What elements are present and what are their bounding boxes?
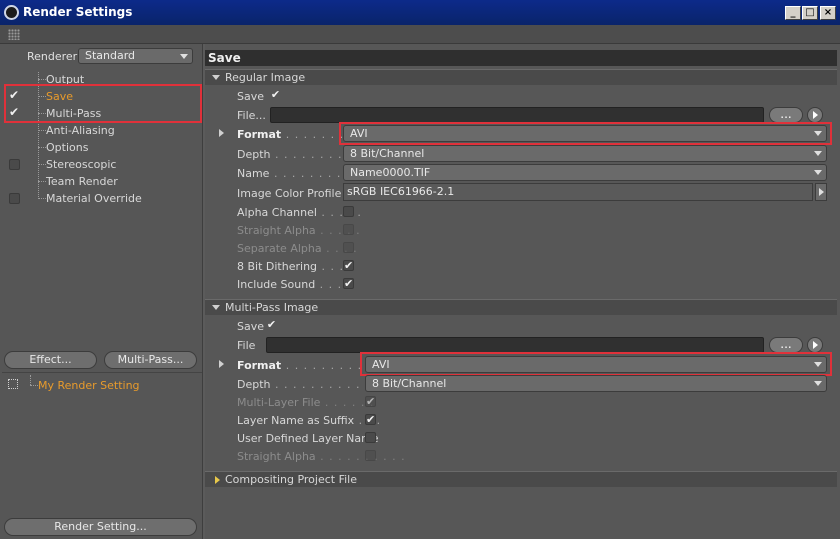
multi-layer-file-label: Multi-Layer File . . . . . . — [237, 396, 375, 409]
app-icon — [4, 5, 19, 20]
regular-name-value: Name0000.TIF — [350, 166, 431, 179]
effect-button[interactable]: Effect... — [4, 351, 97, 369]
regular-save-checkbox[interactable]: ✔ — [270, 89, 281, 101]
include-sound-checkbox[interactable]: ✔ — [343, 278, 354, 289]
tree-branch — [38, 130, 46, 131]
divider — [2, 372, 202, 373]
alpha-channel-checkbox[interactable] — [343, 206, 354, 217]
multipass-file-input[interactable] — [266, 337, 764, 353]
regular-file-label: File... — [237, 109, 266, 122]
compositing-project-title: Compositing Project File — [225, 473, 357, 486]
multi-pass-image-title: Multi-Pass Image — [225, 301, 319, 314]
regular-profile-label: Image Color Profile — [237, 187, 342, 200]
dithering-label: 8 Bit Dithering . . . . — [237, 260, 354, 273]
regular-browse-button[interactable]: ... — [769, 107, 803, 123]
regular-name-select[interactable]: Name0000.TIF — [343, 164, 827, 181]
regular-profile-field[interactable]: sRGB IEC61966-2.1 — [343, 183, 813, 201]
regular-depth-value: 8 Bit/Channel — [350, 147, 425, 160]
tree-item-anti-aliasing[interactable]: Anti-Aliasing — [46, 124, 115, 137]
separate-alpha-label: Separate Alpha . . . . — [237, 242, 358, 255]
annotation-highlight-format — [339, 122, 832, 145]
annotation-highlight-tree — [4, 84, 202, 123]
title-bar: Render Settings _ □ × — [0, 0, 840, 25]
expand-triangle-icon — [215, 476, 220, 484]
renderer-value: Standard — [85, 49, 136, 62]
separate-alpha-checkbox[interactable] — [343, 242, 354, 253]
multipass-straight-alpha-checkbox[interactable] — [365, 450, 376, 461]
multipass-depth-value: 8 Bit/Channel — [372, 377, 447, 390]
render-setting-button[interactable]: Render Setting... — [4, 518, 197, 536]
arrow-right-icon — [819, 188, 824, 196]
multipass-save-label: Save — [237, 320, 265, 333]
regular-image-header[interactable]: Regular Image — [205, 69, 837, 85]
tree-branch — [38, 164, 46, 165]
multipass-file-label: File — [237, 339, 256, 352]
multi-pass-image-header[interactable]: Multi-Pass Image — [205, 299, 837, 315]
close-button[interactable]: × — [820, 6, 836, 20]
tree-branch — [38, 198, 46, 199]
multipass-file-arrow-button[interactable] — [807, 337, 823, 353]
layer-name-suffix-checkbox[interactable]: ✔ — [365, 414, 376, 425]
collapse-triangle-icon — [212, 75, 220, 80]
tree-branch — [38, 181, 46, 182]
tree-branch — [38, 79, 46, 80]
grip-icon[interactable] — [8, 29, 20, 40]
toolbar-strip — [0, 25, 840, 44]
user-defined-layer-name-checkbox[interactable] — [365, 432, 376, 443]
profile-expand-button[interactable] — [815, 183, 827, 201]
tree-branch — [38, 147, 46, 148]
tree-guide — [30, 375, 31, 385]
regular-depth-select[interactable]: 8 Bit/Channel — [343, 145, 827, 162]
annotation-highlight-multipass-format — [360, 352, 832, 376]
chevron-down-icon — [814, 151, 822, 156]
multipass-straight-alpha-label: Straight Alpha . . . . . . . . . . — [237, 450, 406, 463]
panel-title: Save — [205, 50, 837, 66]
renderer-label: Renderer — [27, 50, 78, 63]
multipass-save-checkbox[interactable]: ✔ — [266, 319, 277, 331]
compositing-project-header[interactable]: Compositing Project File — [205, 471, 837, 487]
layer-name-suffix-label: Layer Name as Suffix . . . — [237, 414, 382, 427]
chevron-down-icon — [814, 170, 822, 175]
tree-item-stereoscopic[interactable]: Stereoscopic — [46, 158, 116, 171]
render-setting-icon — [8, 379, 18, 389]
minimize-button[interactable]: _ — [785, 6, 801, 20]
multipass-format-expand-icon[interactable] — [219, 360, 224, 368]
tree-item-team-render[interactable]: Team Render — [46, 175, 118, 188]
format-expand-icon[interactable] — [219, 129, 224, 137]
multipass-browse-button[interactable]: ... — [769, 337, 803, 353]
collapse-triangle-icon — [212, 305, 220, 310]
maximize-button[interactable]: □ — [802, 6, 818, 20]
multi-layer-file-checkbox[interactable]: ✔ — [365, 396, 376, 407]
stereoscopic-checkbox[interactable] — [9, 159, 20, 170]
multi-pass-button[interactable]: Multi-Pass... — [104, 351, 197, 369]
chevron-down-icon — [814, 381, 822, 386]
regular-profile-value: sRGB IEC61966-2.1 — [347, 185, 455, 198]
tree-item-options[interactable]: Options — [46, 141, 88, 154]
regular-save-label: Save — [237, 90, 265, 103]
include-sound-label: Include Sound . . . . — [237, 278, 352, 291]
tree-branch — [30, 385, 38, 386]
regular-image-title: Regular Image — [225, 71, 306, 84]
material-override-checkbox[interactable] — [9, 193, 20, 204]
renderer-select[interactable]: Standard — [78, 48, 193, 64]
straight-alpha-checkbox[interactable] — [343, 224, 354, 235]
multipass-depth-select[interactable]: 8 Bit/Channel — [365, 375, 827, 392]
window-title: Render Settings — [23, 5, 133, 19]
render-setting-item[interactable]: My Render Setting — [38, 379, 140, 392]
tree-item-material-override[interactable]: Material Override — [46, 192, 142, 205]
regular-file-arrow-button[interactable] — [807, 107, 823, 123]
regular-file-input[interactable] — [270, 107, 764, 123]
user-defined-layer-name-label: User Defined Layer Name — [237, 432, 379, 445]
dithering-checkbox[interactable]: ✔ — [343, 260, 354, 271]
chevron-down-icon — [180, 54, 188, 59]
